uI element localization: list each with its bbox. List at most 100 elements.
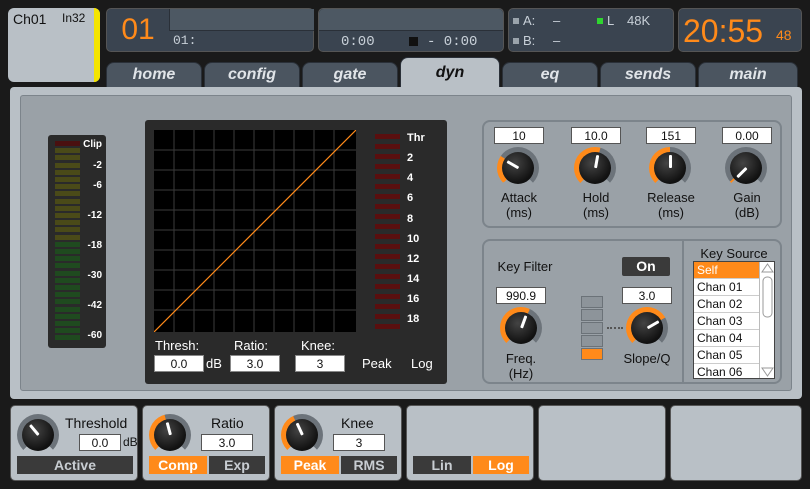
gr-meter-label: 12 [407,253,420,265]
clock-time: 20:55 [683,13,764,49]
gr-meter-segment [375,264,400,269]
active-button[interactable]: Active [17,456,133,474]
input-level-meter: Clip -2 -6 -12 -18 -30 -42 -60 [48,135,106,348]
freq-knob[interactable] [500,307,542,349]
knee-knob[interactable] [281,414,323,456]
tab-sends[interactable]: sends [600,62,696,88]
key-source-item[interactable]: Chan 03 [694,313,760,330]
gr-meter-segment [375,134,400,139]
thresh-value[interactable]: 0.0 [154,355,204,372]
key-source-item[interactable]: Self [694,262,760,279]
threshold-value[interactable]: 0.0 [79,434,121,451]
meter-label: -42 [87,300,102,311]
transfer-curve-area: Thr 2 4 6 8 10 12 14 16 18 Thresh: 0.0 d… [145,120,447,384]
scroll-down-icon[interactable] [761,367,774,377]
transfer-curve-graph[interactable] [154,130,356,332]
knee-bottom-value[interactable]: 3 [333,434,385,451]
transport-remaining: - 0:00 [427,34,478,50]
key-source-list[interactable]: Self Chan 01 Chan 02 Chan 03 Chan 04 Cha… [693,261,775,379]
slope-value[interactable]: 3.0 [622,287,672,304]
lin-button[interactable]: Lin [413,456,471,474]
scene-name-bar [169,9,314,31]
hold-knob[interactable] [574,147,616,189]
gr-meter-segment [375,324,400,329]
gr-meter-label: 4 [407,172,414,184]
meter-segment [55,249,80,254]
transport-display[interactable]: 0:00 - 0:00 [318,8,504,52]
scroll-thumb[interactable] [762,276,773,318]
meter-segment [55,335,80,341]
hold-value[interactable]: 10.0 [571,127,621,144]
attack-label: Attack (ms) [500,190,538,220]
b-indicator-icon [513,38,519,44]
bottom-empty-cell-1 [538,405,666,481]
slope-label: Slope/Q [623,351,671,366]
filter-type-highcut-icon[interactable] [581,335,603,347]
key-source-title: Key Source [700,246,768,261]
key-source-scrollbar[interactable] [759,262,774,378]
log-button[interactable]: Log [473,456,529,474]
gr-meter-label: Thr [407,132,425,144]
key-source-item[interactable]: Chan 04 [694,330,760,347]
meter-segment [55,220,80,226]
gain-knob[interactable] [725,147,767,189]
release-knob[interactable] [649,147,691,189]
channel-info[interactable]: Ch01 In32 [8,8,100,82]
filter-type-bandpass-icon[interactable] [581,348,603,360]
stop-icon [409,37,418,46]
attack-value[interactable]: 10 [494,127,544,144]
freq-value[interactable]: 990.9 [496,287,546,304]
meter-segment [55,155,80,161]
filter-connector [607,327,623,329]
threshold-unit: dB [123,435,138,449]
key-source-item[interactable]: Chan 02 [694,296,760,313]
tab-gate[interactable]: gate [302,62,398,88]
bottom-curve-cell[interactable]: Lin Log [406,405,534,481]
key-source-item[interactable]: Chan 05 [694,347,760,364]
knee-value[interactable]: 3 [295,355,345,372]
threshold-knob[interactable] [17,414,59,456]
attack-knob[interactable] [497,147,539,189]
peak-button[interactable]: Peak [281,456,339,474]
ratio-value[interactable]: 3.0 [230,355,280,372]
release-value[interactable]: 151 [646,127,696,144]
tab-home[interactable]: home [106,62,202,88]
b-value: – [553,33,561,48]
a-value: – [553,13,561,28]
key-source-item[interactable]: Chan 01 [694,279,760,296]
ratio-knob[interactable] [149,414,191,456]
tab-config[interactable]: config [204,62,300,88]
key-source-item[interactable]: Chan 06 [694,364,760,378]
ratio-bottom-value[interactable]: 3.0 [201,434,253,451]
scene-display[interactable]: 01 01: [106,8,314,52]
sample-rate: 48K [627,13,651,28]
io-status[interactable]: A: – B: – L 48K [508,8,674,52]
rms-button[interactable]: RMS [341,456,397,474]
tab-eq[interactable]: eq [502,62,598,88]
exp-button[interactable]: Exp [209,456,265,474]
slope-knob[interactable] [626,307,668,349]
tab-main[interactable]: main [698,62,798,88]
comp-exp-toggle[interactable]: Comp Exp [149,456,265,474]
comp-button[interactable]: Comp [149,456,207,474]
bottom-knee-cell[interactable]: Knee 3 Peak RMS [274,405,402,481]
lin-log-toggle[interactable]: Lin Log [413,456,529,474]
meter-segment [55,277,80,283]
filter-type-lowcut-icon[interactable] [581,296,603,308]
active-toggle[interactable]: Active [17,456,133,474]
filter-type-peq-icon[interactable] [581,322,603,334]
meter-segment [55,227,80,233]
gr-meter-segment [375,224,400,229]
tab-dyn[interactable]: dyn [400,57,500,89]
bottom-threshold-cell[interactable]: Threshold 0.0 dB Active [10,405,138,481]
scroll-up-icon[interactable] [761,263,774,273]
gain-value[interactable]: 0.00 [722,127,772,144]
peak-rms-toggle[interactable]: Peak RMS [281,456,397,474]
dynamics-controls: 10 10.0 151 0.00 Attack (ms) Hold (ms) R… [482,120,782,228]
meter-segment [55,313,80,319]
filter-type-selector[interactable] [581,296,605,360]
bottom-empty-cell-2 [670,405,802,481]
key-filter-on-button[interactable]: On [622,257,670,276]
bottom-ratio-cell[interactable]: Ratio 3.0 Comp Exp [142,405,270,481]
filter-type-shelf-icon[interactable] [581,309,603,321]
